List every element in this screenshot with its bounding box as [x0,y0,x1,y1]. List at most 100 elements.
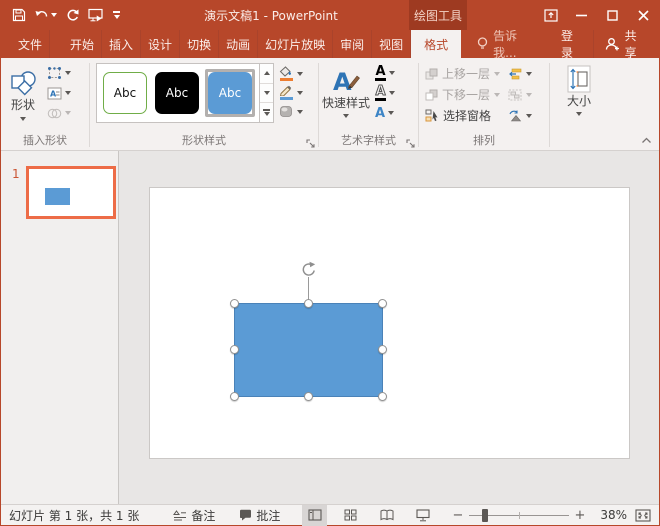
gallery-scroll-up-button[interactable] [260,64,273,84]
slide-sorter-view-icon [344,509,357,521]
tell-me-button[interactable]: 告诉我... [468,27,543,61]
collapse-ribbon-button[interactable] [641,137,652,144]
tab-design[interactable]: 设计 [141,30,180,58]
ribbon-display-options-button[interactable] [535,0,566,30]
shapes-icon [9,64,37,98]
size-label: 大小 [567,94,591,109]
customize-quick-access-toolbar-button[interactable] [109,3,124,27]
shape-effects-icon [279,105,293,118]
shapes-button[interactable]: 形状 [2,60,44,121]
fit-to-window-button[interactable] [635,509,651,522]
reading-view-button[interactable] [374,505,399,526]
share-label: 共享 [625,27,644,61]
text-fill-icon: A [375,66,386,81]
zoom-slider-track[interactable] [469,515,569,516]
edit-shape-dropdown-icon [65,71,71,75]
shape-style-option-1[interactable]: Abc [103,72,147,114]
tab-animations[interactable]: 动画 [219,30,258,58]
text-box-button[interactable]: A [44,83,74,103]
gallery-scroll-down-button[interactable] [260,84,273,104]
merge-shapes-button[interactable] [44,103,74,123]
shape-styles-dialog-launcher[interactable] [306,139,316,149]
redo-button[interactable] [62,3,83,27]
slide-thumbnail-selected[interactable] [26,166,116,219]
align-button[interactable] [506,63,534,84]
text-fill-dropdown-icon [389,71,395,75]
ribbon-display-options-icon [544,9,558,22]
shape-style-option-2[interactable]: Abc [155,72,199,114]
shape-effects-button[interactable] [279,102,303,121]
selection-pane-button[interactable]: 选择窗格 [423,105,502,126]
resize-handle-se[interactable] [378,392,387,401]
align-icon [508,68,522,80]
ribbon-format: 形状 A [1,58,659,151]
text-fill-button[interactable]: A [372,63,398,83]
gallery-more-button[interactable] [260,103,273,122]
edit-shape-button[interactable] [44,63,74,83]
normal-view-button[interactable] [302,505,327,526]
send-backward-button[interactable]: 下移一层 [423,84,502,105]
group-objects-button[interactable] [506,84,534,105]
text-effects-dropdown-icon [388,111,394,115]
rotate-button[interactable] [506,105,534,126]
resize-handle-sw[interactable] [230,392,239,401]
text-outline-button[interactable]: A [372,83,398,103]
scroll-up-icon [264,71,270,75]
wordart-dialog-launcher[interactable] [406,139,416,149]
resize-handle-nw[interactable] [230,299,239,308]
sign-in-button[interactable]: 登录 [551,27,593,61]
group-arrange: 上移一层 下移一层 选择窗格 [420,60,548,150]
resize-handle-ne[interactable] [378,299,387,308]
rotation-handle[interactable] [300,261,318,278]
tab-home[interactable]: 开始 [63,30,102,58]
tab-view[interactable]: 视图 [372,30,411,58]
size-button[interactable]: 大小 [566,60,592,116]
text-effects-button[interactable]: A [372,103,398,123]
minimize-button[interactable] [566,0,597,30]
resize-handle-e[interactable] [378,345,387,354]
resize-handle-n[interactable] [304,299,313,308]
tab-insert[interactable]: 插入 [102,30,141,58]
text-effects-icon: A [375,108,385,119]
shape-outline-button[interactable] [279,83,303,102]
bring-forward-button[interactable]: 上移一层 [423,63,502,84]
share-button[interactable]: 共享 [593,27,655,61]
shape-fill-button[interactable] [279,64,303,83]
tab-review[interactable]: 审阅 [333,30,372,58]
slide-page[interactable] [149,187,630,459]
insert-shapes-small-buttons: A [44,60,74,123]
tab-transitions[interactable]: 切换 [180,30,219,58]
group-shape-styles: Abc Abc Abc [91,60,317,150]
ribbon-tab-row: 文件 开始 插入 设计 切换 动画 幻灯片放映 审阅 视图 格式 告诉我... … [1,30,659,58]
save-button[interactable] [8,3,30,27]
zoom-out-button[interactable]: − [451,508,465,523]
rotate-dropdown-icon [526,114,532,118]
slide-thumbnail-panel[interactable]: 1 [1,151,119,504]
tab-slideshow[interactable]: 幻灯片放映 [258,30,333,58]
zoom-slider-handle[interactable] [482,509,488,522]
resize-handle-s[interactable] [304,392,313,401]
maximize-button[interactable] [597,0,628,30]
notes-button[interactable]: 备注 [173,507,215,524]
arrange-group-label: 排列 [420,134,548,150]
resize-handle-w[interactable] [230,345,239,354]
tab-file[interactable]: 文件 [11,30,50,58]
tab-format[interactable]: 格式 [411,30,461,58]
quick-styles-button[interactable]: A 快速样式 [320,60,372,118]
slide-canvas[interactable] [119,151,659,504]
slide-sorter-view-button[interactable] [338,505,363,526]
close-button[interactable] [628,0,659,30]
start-slideshow-button[interactable] [84,3,108,27]
contextual-tab-header: 绘图工具 [409,0,467,30]
quick-styles-dropdown-icon [343,114,349,118]
group-size: 大小 [551,60,607,150]
selected-rectangle-shape[interactable] [234,303,383,397]
shape-style-option-3-selected[interactable]: Abc [208,72,252,114]
undo-button[interactable] [31,3,61,27]
slideshow-view-button[interactable] [410,505,435,526]
scroll-down-icon [264,91,270,95]
group-wordart-styles: A 快速样式 A [320,60,417,150]
comments-button[interactable]: 批注 [239,507,280,524]
zoom-in-button[interactable]: + [573,508,587,523]
size-icon [566,64,592,94]
